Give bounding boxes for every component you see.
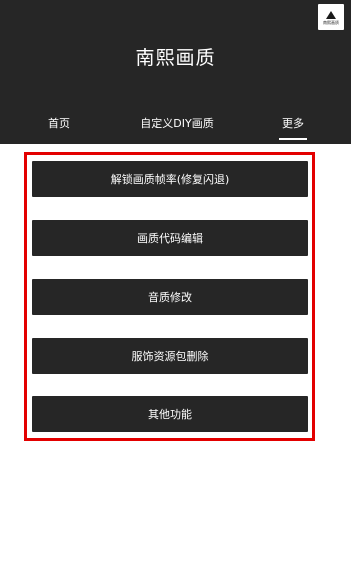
tab-more[interactable]: 更多 xyxy=(276,116,310,132)
other-functions-button[interactable]: 其他功能 xyxy=(32,396,308,432)
quality-code-edit-button[interactable]: 画质代码编辑 xyxy=(32,220,308,256)
unlock-framerate-button[interactable]: 解锁画质帧率(修复闪退) xyxy=(32,161,308,197)
logo-mark-icon xyxy=(326,11,336,19)
costume-pack-delete-button[interactable]: 服饰资源包删除 xyxy=(32,338,308,374)
app-logo: 南熙画质 xyxy=(318,4,344,30)
tab-diy-quality[interactable]: 自定义DIY画质 xyxy=(132,116,222,132)
active-tab-indicator xyxy=(279,138,307,140)
app-header: 南熙画质 南熙画质 首页 自定义DIY画质 更多 xyxy=(0,0,351,144)
tab-home[interactable]: 首页 xyxy=(36,116,82,132)
page-title: 南熙画质 xyxy=(135,47,216,69)
audio-modify-button[interactable]: 音质修改 xyxy=(32,279,308,315)
logo-text: 南熙画质 xyxy=(323,20,339,25)
